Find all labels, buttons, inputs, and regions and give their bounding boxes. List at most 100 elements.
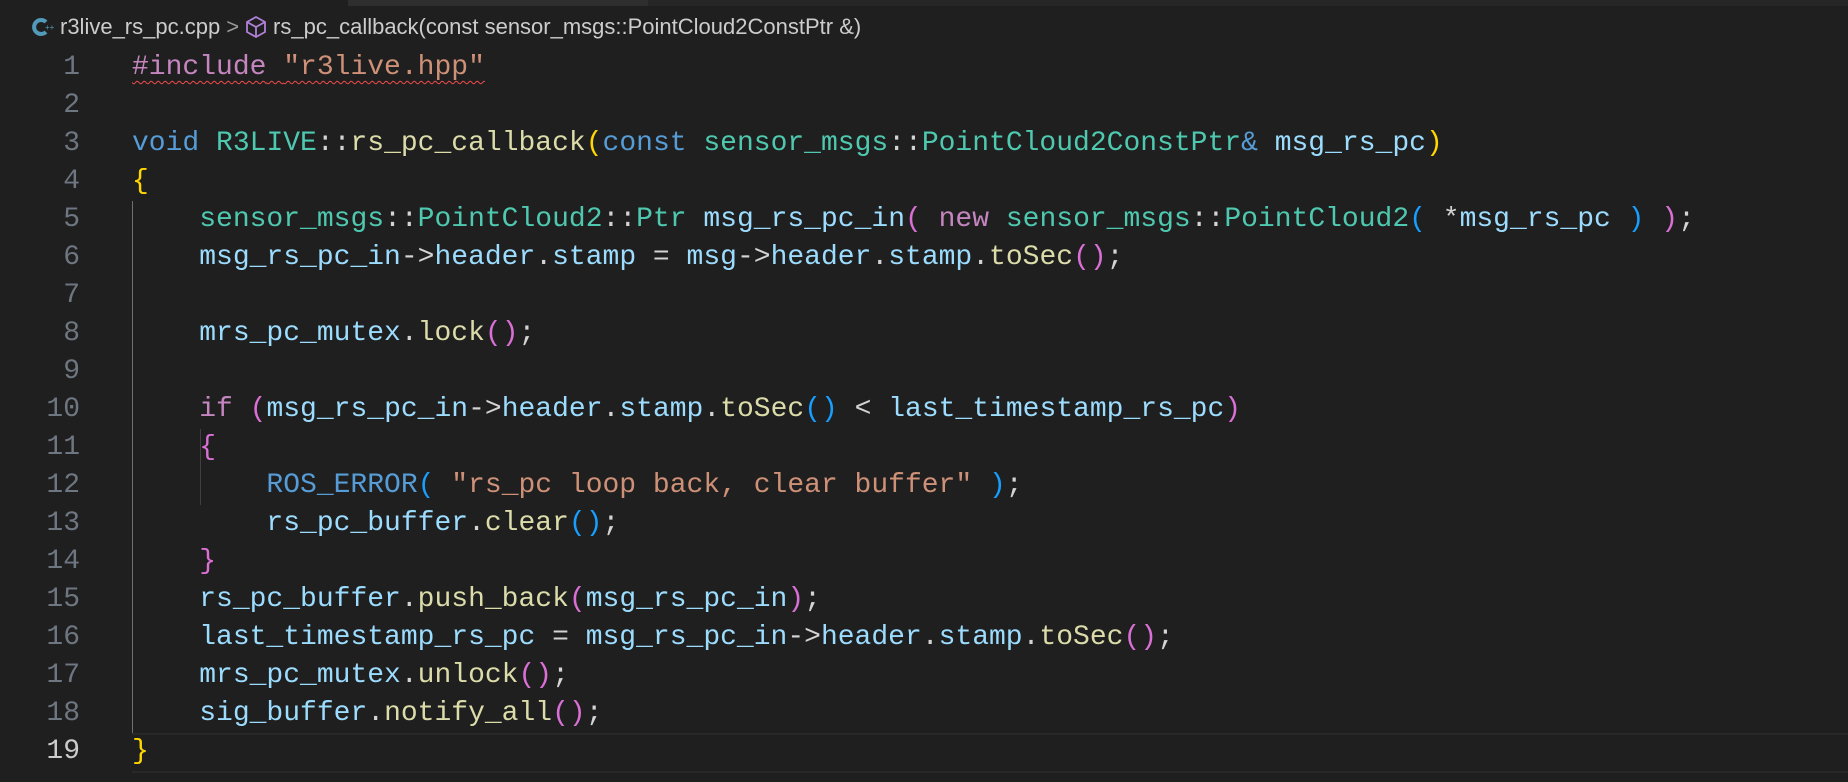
code-token: "r3live.hpp"	[283, 52, 485, 83]
code-line[interactable]: 3 void R3LIVE::rs_pc_callback(const senso…	[0, 125, 1848, 163]
line-number: 14	[46, 546, 80, 577]
line-number: 9	[63, 356, 80, 387]
line-number: 11	[46, 432, 80, 463]
code-token: if	[199, 394, 233, 425]
code-token: ;	[552, 660, 569, 691]
code-line[interactable]: 17 mrs_pc_mutex.unlock();	[0, 657, 1848, 695]
code-token: .	[400, 660, 418, 691]
code-line[interactable]: 13 rs_pc_buffer.clear();	[0, 505, 1848, 543]
code-token: toSec	[1039, 622, 1124, 653]
code-line[interactable]: 9	[0, 353, 1848, 391]
code-line[interactable]: 16 last_timestamp_rs_pc = msg_rs_pc_in->…	[0, 619, 1848, 657]
code-token: .	[367, 698, 385, 729]
code-token: )	[988, 470, 1006, 501]
code-token: msg_rs_pc_in	[585, 622, 788, 653]
code-line[interactable]: 7	[0, 277, 1848, 315]
line-number: 12	[46, 470, 80, 501]
horizontal-scroll-track[interactable]	[648, 0, 1848, 6]
code-token: .	[535, 242, 553, 273]
code-token: (	[249, 394, 267, 425]
code-text: {	[132, 429, 216, 467]
line-number: 13	[46, 508, 80, 539]
code-token: header	[434, 242, 536, 273]
code-token: lock	[417, 318, 485, 349]
code-token: )	[1425, 128, 1443, 159]
breadcrumb-symbol[interactable]: rs_pc_callback(const sensor_msgs::PointC…	[273, 14, 861, 40]
code-token: ;	[518, 318, 536, 349]
code-token: header	[770, 242, 872, 273]
code-token: }	[132, 736, 149, 767]
code-text: sensor_msgs::PointCloud2::Ptr msg_rs_pc_…	[132, 201, 1695, 239]
code-token: )	[1224, 394, 1242, 425]
code-token: {	[132, 166, 149, 197]
code-token: (	[585, 128, 603, 159]
code-token: ::	[384, 204, 418, 235]
code-line[interactable]: 6 msg_rs_pc_in->header.stamp = msg->head…	[0, 239, 1848, 277]
current-line-highlight	[132, 733, 1848, 773]
code-token: msg	[686, 242, 737, 273]
code-token: "rs_pc loop back, clear buffer"	[451, 470, 973, 501]
code-token: .	[602, 394, 620, 425]
line-number: 4	[63, 166, 80, 197]
code-token: ::	[316, 128, 351, 159]
breadcrumb-file[interactable]: r3live_rs_pc.cpp	[60, 14, 220, 40]
code-line[interactable]: 8 mrs_pc_mutex.lock();	[0, 315, 1848, 353]
code-token: ()	[1073, 242, 1107, 273]
code-line[interactable]: 4{	[0, 163, 1848, 201]
code-token: stamp	[888, 242, 973, 273]
code-token: void	[132, 128, 200, 159]
code-line[interactable]: 12 ROS_ERROR( "rs_pc loop back, clear bu…	[0, 467, 1848, 505]
code-token: .	[468, 508, 485, 539]
line-number: 8	[63, 318, 80, 349]
code-token: )	[1661, 204, 1679, 235]
code-line[interactable]: 10 if (msg_rs_pc_in->header.stamp.toSec(…	[0, 391, 1848, 429]
code-text: mrs_pc_mutex.lock();	[132, 315, 535, 353]
method-cube-icon	[245, 15, 267, 39]
code-line[interactable]: 18 sig_buffer.notify_all();	[0, 695, 1848, 733]
code-token: msg_rs_pc	[1274, 128, 1426, 159]
code-token: PointCloud2	[1224, 204, 1410, 235]
code-token: toSec	[720, 394, 805, 425]
line-number: 16	[46, 622, 80, 653]
code-token: ->	[787, 622, 821, 653]
code-token: ->	[468, 394, 502, 425]
code-line[interactable]: 5 sensor_msgs::PointCloud2::Ptr msg_rs_p…	[0, 201, 1848, 239]
code-line[interactable]: 19}	[0, 733, 1848, 773]
code-token: #include	[132, 52, 267, 83]
line-number: 17	[46, 660, 80, 691]
code-token: .	[972, 242, 990, 273]
code-token: sensor_msgs	[703, 128, 889, 159]
code-text: }	[132, 733, 149, 771]
code-token: push_back	[417, 584, 569, 615]
code-token: sensor_msgs	[199, 204, 385, 235]
code-editor[interactable]: 1 #include "r3live.hpp" 2 3 void R3LIVE::rs_…	[0, 49, 1848, 773]
line-number: 5	[63, 204, 80, 235]
code-line[interactable]: 2	[0, 87, 1848, 125]
svg-text:++: ++	[45, 23, 54, 32]
code-token: )	[1627, 204, 1645, 235]
code-token: rs_pc_buffer	[266, 508, 469, 539]
code-line[interactable]: 11 {	[0, 429, 1848, 467]
code-token: ;	[585, 698, 603, 729]
line-number: 19	[46, 736, 80, 767]
code-line[interactable]: 14 }	[0, 543, 1848, 581]
code-token: (	[905, 204, 922, 235]
code-token: ()	[568, 508, 603, 539]
code-line[interactable]: 1 #include "r3live.hpp"	[0, 49, 1848, 87]
line-number: 10	[46, 394, 80, 425]
horizontal-scrollbar-thumb[interactable]	[348, 0, 648, 6]
code-text: void R3LIVE::rs_pc_callback(const sensor…	[132, 125, 1443, 163]
code-line[interactable]: 15 rs_pc_buffer.push_back(msg_rs_pc_in);	[0, 581, 1848, 619]
code-token: PointCloud2	[417, 204, 603, 235]
error-squiggle[interactable]: #include "r3live.hpp"	[132, 52, 485, 83]
